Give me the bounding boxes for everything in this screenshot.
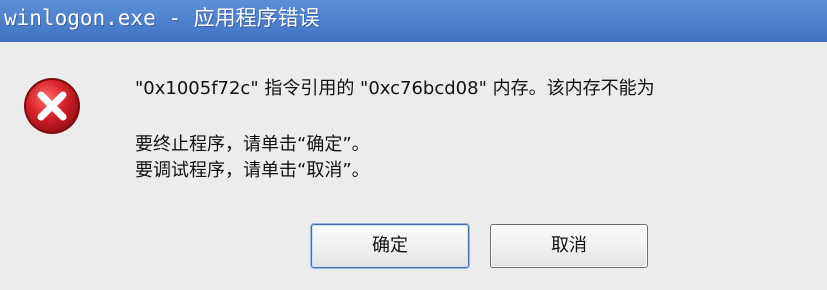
error-icon xyxy=(24,78,80,134)
title-bar[interactable]: winlogon.exe - 应用程序错误 xyxy=(0,0,827,42)
dialog-body: "0x1005f72c" 指令引用的 "0xc76bcd08" 内存。该内存不能… xyxy=(0,42,827,290)
error-message-line2: 要终止程序，请单击“确定”。 xyxy=(135,134,370,155)
window-title: winlogon.exe - 应用程序错误 xyxy=(4,6,320,30)
cancel-button[interactable]: 取消 xyxy=(490,224,648,268)
error-message-line1: "0x1005f72c" 指令引用的 "0xc76bcd08" 内存。该内存不能… xyxy=(135,78,655,99)
ok-button[interactable]: 确定 xyxy=(311,224,469,268)
error-dialog: winlogon.exe - 应用程序错误 "0x1005f72c" 指令引用的… xyxy=(0,0,827,290)
error-message-line3: 要调试程序，请单击“取消”。 xyxy=(135,160,370,181)
